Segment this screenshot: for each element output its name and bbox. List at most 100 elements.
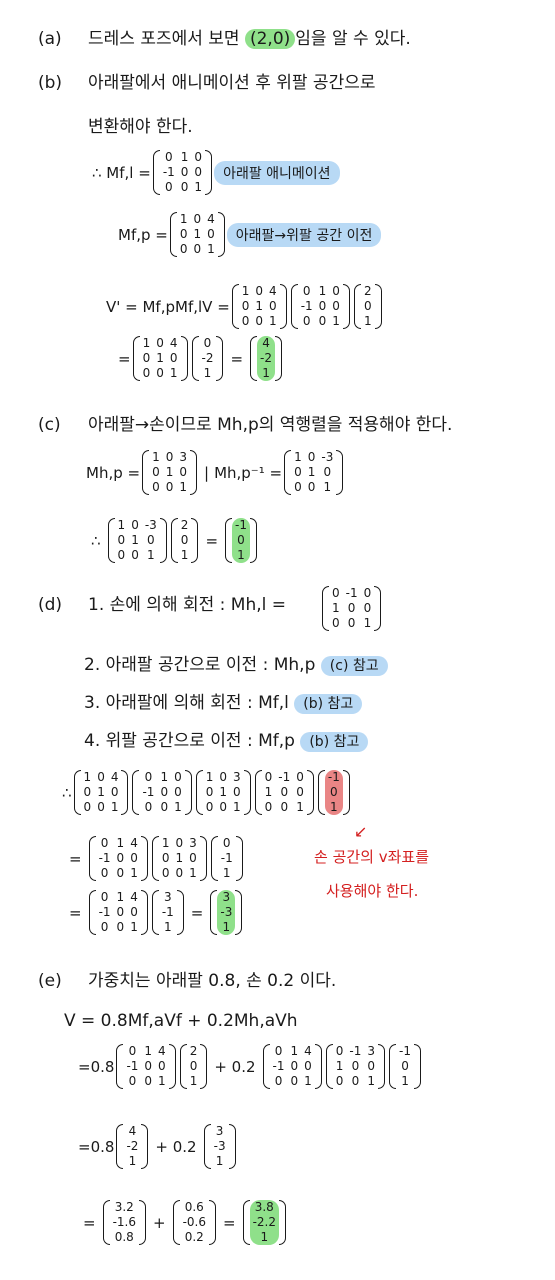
right-paren <box>121 770 129 815</box>
mfl-lhs: ∴ Mf,l = <box>92 163 151 182</box>
matrix-entry: 0 <box>335 1074 344 1088</box>
matrix-entry: 1 <box>174 800 182 814</box>
product-m4: 0 -1 0 1 0 0 0 0 1 <box>254 770 314 815</box>
matrix-entry: 0 <box>233 785 241 799</box>
right-paren <box>235 890 243 935</box>
matrix-grid: 0 -2 1 <box>199 336 217 381</box>
matrix-entry: -1 <box>161 905 174 919</box>
step-3-ref: (b) 참고 <box>294 694 363 714</box>
left-paren <box>231 284 239 329</box>
matrix-entry: 0 <box>152 480 160 494</box>
equals-sign: = <box>78 1137 91 1156</box>
part-b-line-1: (b) 아래팔에서 애니메이션 후 위팔 공간으로 <box>38 72 376 94</box>
left-paren <box>322 586 329 631</box>
matrix-entry: 0 <box>274 1074 283 1088</box>
matrix-entry: 1 <box>179 212 188 226</box>
left-paren <box>250 336 258 381</box>
matrix-grid: 201 <box>178 518 192 563</box>
matrix-entry: 1 <box>203 366 212 380</box>
mfl-note: 아래팔 애니메이션 <box>214 160 340 185</box>
step-eq2-r1: 0 1 4 -1 0 0 0 0 1 <box>88 890 148 935</box>
plus-sign: + <box>153 1213 166 1232</box>
part-b-result: 4 -2 1 <box>250 336 283 381</box>
matrix-entry: 0 <box>110 785 119 799</box>
matrix-entry: 1 <box>269 314 277 328</box>
matrix-entry: 1 <box>294 450 302 464</box>
step-eq-r1: 0 1 4 -1 0 0 0 0 1 <box>88 836 148 881</box>
step-1-text: 1. 손에 의해 회전 : Mh,l = <box>88 595 287 615</box>
equals-sign: = <box>69 903 82 922</box>
matrix-entry: 1 <box>367 1074 376 1088</box>
matrix-entry: 0 <box>165 480 174 494</box>
matrix-entry: 1 <box>128 1154 137 1168</box>
right-paren <box>306 770 314 815</box>
matrix-entry: 1 <box>255 299 264 313</box>
right-paren <box>141 1124 149 1169</box>
product-m2: 0 1 0 -1 0 0 0 0 1 <box>132 770 192 815</box>
hand-space-vector: -1 0 1 <box>317 770 350 815</box>
part-b-text: 아래팔에서 애니메이션 후 위팔 공간으로 <box>88 73 376 93</box>
e-vector-v1: 201 <box>179 1044 208 1089</box>
matrix-entry: 1 <box>180 548 189 562</box>
right-paren <box>378 1044 386 1089</box>
matrix-entry: 0 <box>237 533 245 547</box>
e-vector-p1: 3.2 -1.6 0.8 <box>102 1200 146 1245</box>
matrix-entry: 1 <box>241 284 250 298</box>
equals-sign: = <box>190 903 204 922</box>
matrix-entry: 1 <box>161 836 170 850</box>
matrix-entry: 0 <box>180 180 189 194</box>
matrix-entry: 0 <box>189 1059 198 1073</box>
matrix-entry: 0 <box>193 212 202 226</box>
part-d-step-1: (d) 1. 손에 의해 회전 : Mh,l = <box>38 594 286 616</box>
left-paren <box>325 1044 333 1089</box>
matrix-entry: 1 <box>363 314 372 328</box>
v-prime-equation: V' = Mf,pMf,lV = 104010001 0 1 0 -1 0 0 0 0 1 20… <box>106 284 384 329</box>
matrix-entry: 0 <box>351 1074 360 1088</box>
matrix-entry: 0 <box>100 866 109 880</box>
matrix-entry: 1 <box>323 480 332 494</box>
matrix-entry: 0 <box>280 785 289 799</box>
matrix-entry: 0 <box>97 770 105 784</box>
matrix-entry: 0 <box>174 770 182 784</box>
matrix-entry: 0 <box>100 836 109 850</box>
e-vector-s2: 3 -3 1 <box>203 1124 236 1169</box>
left-paren <box>203 1124 211 1169</box>
right-paren <box>275 336 283 381</box>
part-e-text: 가중치는 아래팔 0.8, 손 0.2 이다. <box>88 971 337 991</box>
right-paren <box>235 836 243 881</box>
left-paren <box>73 770 81 815</box>
step-3-text: 3. 아래팔에 의해 회전 : Mf,l <box>84 693 289 713</box>
right-paren <box>374 284 382 329</box>
matrix-entry: 1 <box>160 770 169 784</box>
matrix-entry: 1 <box>401 1074 409 1088</box>
right-paren <box>228 1124 236 1169</box>
matrix-entry: 0 <box>304 1059 312 1073</box>
matrix-entry: 2 <box>180 518 189 532</box>
equals-sign: = <box>205 531 219 550</box>
matrix-entry: 1 <box>194 180 203 194</box>
matrix-grid: 104010001 <box>177 212 218 257</box>
matrix-entry: 3 <box>367 1044 376 1058</box>
right-paren <box>216 336 224 381</box>
matrix-grid: 1 0 -3 0 1 0 0 0 1 <box>115 518 160 563</box>
matrix-entry: 0 <box>117 533 126 547</box>
matrix-entry: 1 <box>233 800 241 814</box>
matrix-entry: 0 <box>174 785 182 799</box>
left-paren <box>191 336 199 381</box>
matrix-entry: 0 <box>179 227 188 241</box>
right-paren <box>184 770 192 815</box>
matrix-entry: 0 <box>144 770 153 784</box>
matrix-entry: 4 <box>130 890 138 904</box>
right-paren <box>200 1044 208 1089</box>
matrix-entry: -1 <box>98 905 111 919</box>
part-d-step-3: 3. 아래팔에 의해 회전 : Mf,l (b) 참고 <box>84 692 363 715</box>
step-4-ref: (b) 참고 <box>300 732 369 752</box>
matrix-entry: 4 <box>128 1124 137 1138</box>
matrix-entry: -1 <box>349 1044 362 1058</box>
equals-sign: = <box>69 849 82 868</box>
matrix-entry: 0 <box>83 800 92 814</box>
matrix-entry: 0 <box>307 480 316 494</box>
step-eq-m3: 103010001 <box>151 836 207 881</box>
matrix-entry: -1 <box>399 1044 411 1058</box>
step-eq-r2: 0 -1 1 <box>210 836 243 881</box>
